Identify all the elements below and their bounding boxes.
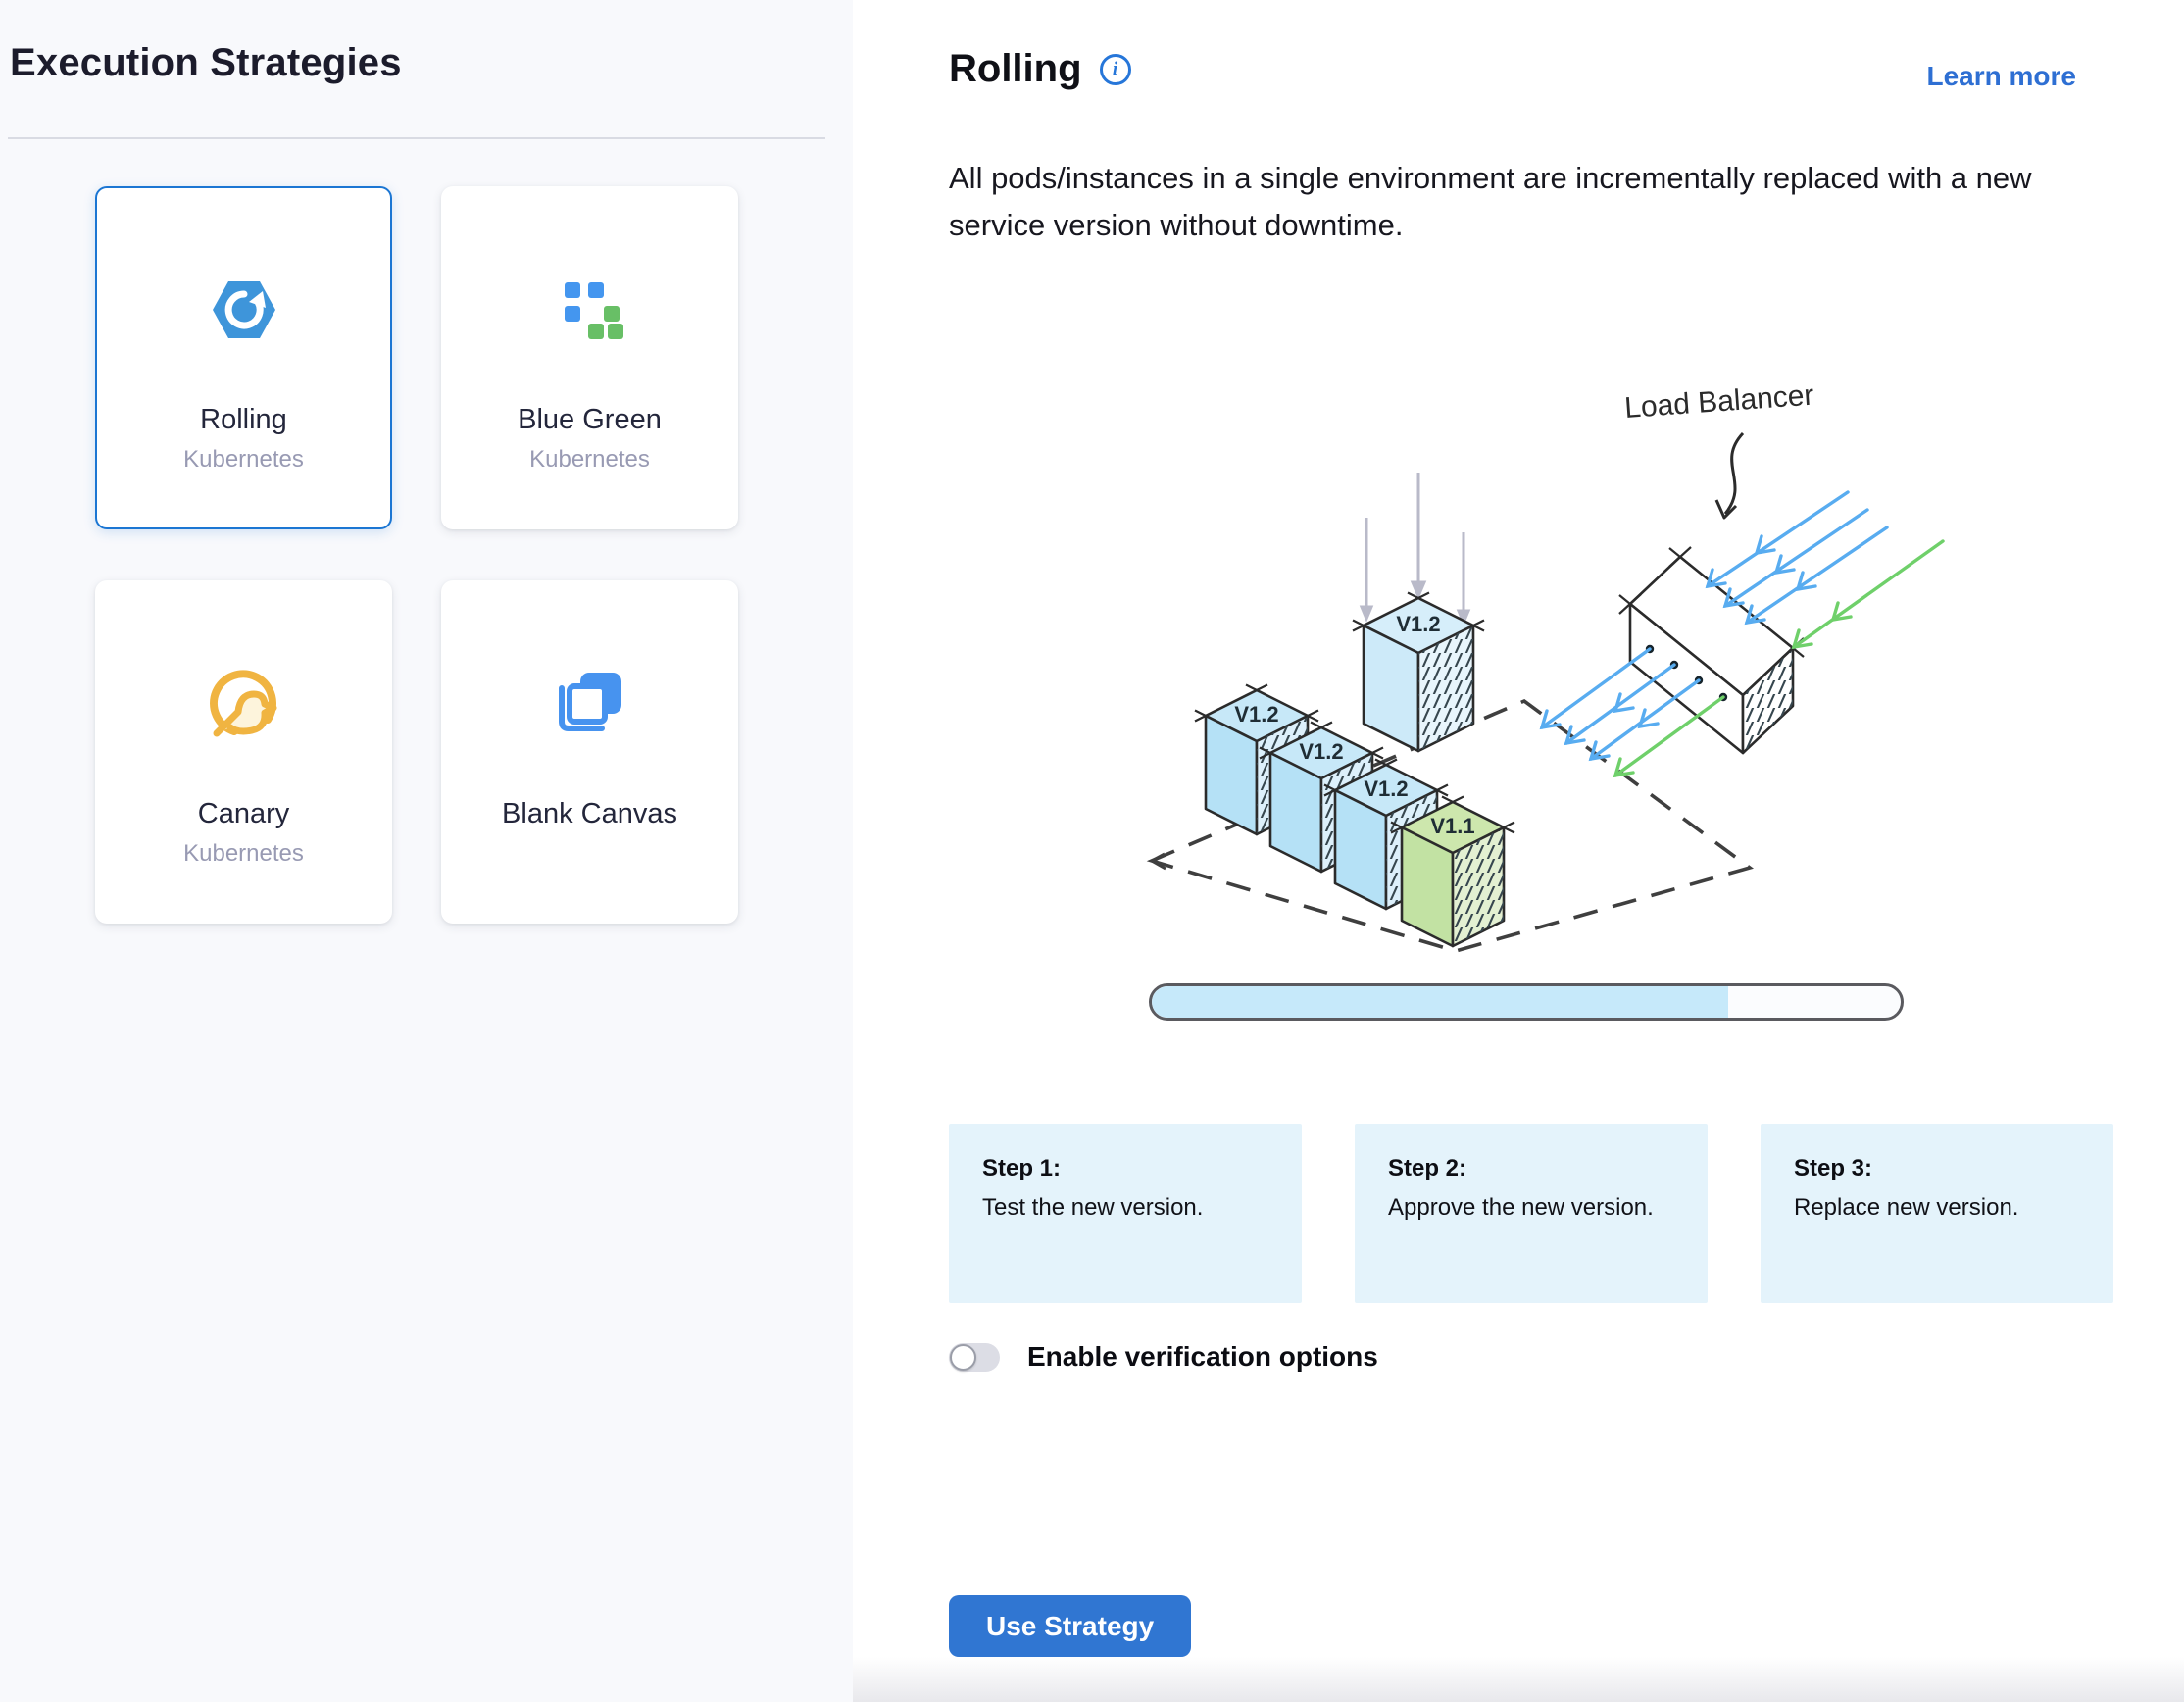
pod-version-label: V1.1 bbox=[1430, 814, 1474, 838]
deployment-progress-bar bbox=[1149, 983, 1904, 1021]
page-title: Execution Strategies bbox=[10, 41, 402, 85]
use-strategy-button[interactable]: Use Strategy bbox=[949, 1595, 1191, 1657]
pod-version-label: V1.2 bbox=[1364, 776, 1408, 801]
load-balancer-label: Load Balancer bbox=[1623, 379, 1814, 425]
verification-toggle[interactable] bbox=[949, 1343, 1000, 1372]
strategy-subtitle: Kubernetes bbox=[183, 446, 304, 474]
learn-more-link[interactable]: Learn more bbox=[1927, 61, 2077, 92]
strategy-name: Canary bbox=[198, 798, 290, 830]
strategy-card-blank-canvas[interactable]: Blank Canvas bbox=[441, 580, 738, 924]
blank-canvas-icon bbox=[553, 667, 627, 741]
rolling-icon bbox=[207, 273, 281, 347]
toggle-knob bbox=[950, 1344, 976, 1371]
strategy-cards: Rolling Kubernetes Blue Green Kubernete bbox=[95, 186, 742, 924]
pod-version-label: V1.2 bbox=[1396, 612, 1440, 636]
pod-version-label: V1.2 bbox=[1234, 702, 1278, 726]
verification-toggle-label: Enable verification options bbox=[1027, 1341, 1378, 1373]
strategy-steps: Step 1: Test the new version. Step 2: Ap… bbox=[949, 1124, 2113, 1303]
strategy-detail-panel: Rolling i Learn more All pods/instances … bbox=[853, 0, 2184, 1702]
pod-version-label: V1.2 bbox=[1299, 739, 1343, 764]
step-card-1: Step 1: Test the new version. bbox=[949, 1124, 1302, 1303]
load-balancer-pointer-arrow bbox=[1725, 433, 1743, 514]
strategy-description: All pods/instances in a single environme… bbox=[949, 155, 2076, 249]
step-heading: Step 2: bbox=[1388, 1155, 1674, 1182]
step-card-3: Step 3: Replace new version. bbox=[1761, 1124, 2113, 1303]
deployment-progress-fill bbox=[1152, 986, 1728, 1018]
rolling-deployment-illustration: V1.2 V1.2 V1.2 V1.1 V1.2 bbox=[1108, 324, 1970, 971]
canary-icon bbox=[205, 667, 283, 741]
strategy-card-canary[interactable]: Canary Kubernetes bbox=[95, 580, 392, 924]
strategy-name: Rolling bbox=[200, 404, 287, 436]
strategy-card-rolling[interactable]: Rolling Kubernetes bbox=[95, 186, 392, 529]
info-icon[interactable]: i bbox=[1100, 54, 1131, 85]
step-heading: Step 3: bbox=[1794, 1155, 2080, 1182]
blue-green-icon bbox=[553, 273, 627, 347]
step-text: Test the new version. bbox=[982, 1194, 1268, 1222]
strategy-name: Blank Canvas bbox=[502, 798, 677, 830]
step-heading: Step 1: bbox=[982, 1155, 1268, 1182]
strategy-subtitle: Kubernetes bbox=[183, 840, 304, 868]
divider bbox=[8, 137, 825, 139]
strategy-name: Blue Green bbox=[518, 404, 662, 436]
step-text: Replace new version. bbox=[1794, 1194, 2080, 1222]
strategy-subtitle: Kubernetes bbox=[529, 446, 650, 474]
strategies-panel: Execution Strategies Rolling Kubernetes bbox=[0, 0, 853, 1702]
strategy-card-blue-green[interactable]: Blue Green Kubernetes bbox=[441, 186, 738, 529]
step-text: Approve the new version. bbox=[1388, 1194, 1674, 1222]
step-card-2: Step 2: Approve the new version. bbox=[1355, 1124, 1708, 1303]
strategy-detail-title: Rolling bbox=[949, 47, 1082, 91]
